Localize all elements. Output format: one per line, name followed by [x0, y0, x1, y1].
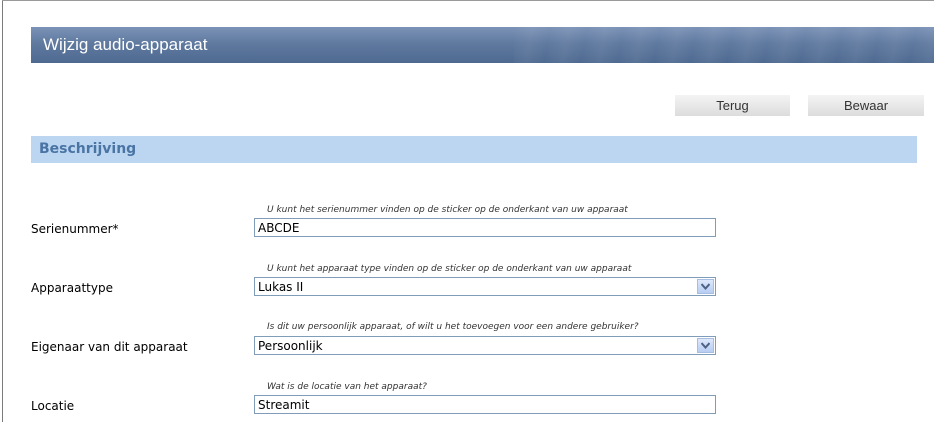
- window-border-left: [2, 0, 3, 422]
- device-type-hint: U kunt het apparaat type vinden op de st…: [267, 264, 632, 274]
- location-hint: Wat is de locatie van het apparaat?: [267, 382, 427, 392]
- chevron-down-icon: [701, 342, 710, 349]
- serial-number-label: Serienummer*: [31, 222, 119, 236]
- dialog-title-bar: Wijzig audio-apparaat: [31, 27, 934, 63]
- device-type-label: Apparaattype: [31, 281, 113, 295]
- title-bar-decoration: [514, 27, 934, 63]
- back-button[interactable]: Terug: [675, 95, 790, 116]
- owner-select[interactable]: Persoonlijk: [254, 336, 716, 355]
- dialog-title: Wijzig audio-apparaat: [43, 35, 208, 54]
- location-label: Locatie: [31, 399, 75, 413]
- location-input[interactable]: Streamit: [254, 395, 716, 414]
- device-type-value: Lukas II: [258, 280, 304, 294]
- section-title: Beschrijving: [39, 141, 137, 157]
- save-button[interactable]: Bewaar: [808, 95, 924, 116]
- serial-number-input[interactable]: ABCDE: [254, 218, 716, 237]
- device-type-dropdown-button[interactable]: [697, 279, 714, 294]
- owner-label: Eigenaar van dit apparaat: [31, 340, 188, 354]
- device-type-select[interactable]: Lukas II: [254, 277, 716, 296]
- serial-number-value: ABCDE: [258, 221, 300, 235]
- serial-number-hint: U kunt het serienummer vinden op de stic…: [267, 205, 628, 215]
- chevron-down-icon: [701, 283, 710, 290]
- window-border-top: [2, 0, 934, 1]
- section-header: Beschrijving: [31, 136, 917, 163]
- owner-hint: Is dit uw persoonlijk apparaat, of wilt …: [267, 322, 639, 332]
- owner-dropdown-button[interactable]: [697, 338, 714, 353]
- location-value: Streamit: [258, 398, 310, 412]
- owner-value: Persoonlijk: [258, 339, 323, 353]
